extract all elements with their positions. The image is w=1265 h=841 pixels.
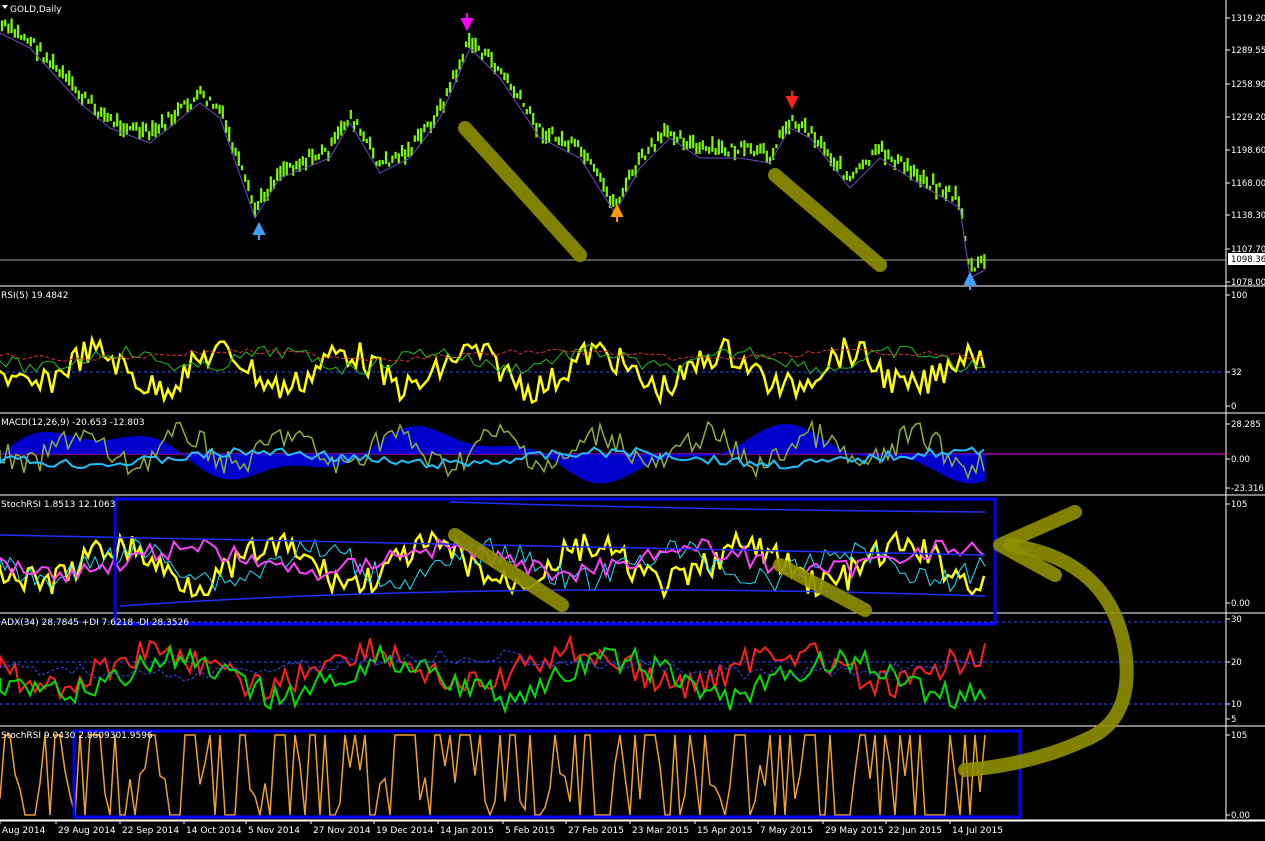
time-axis-label: Aug 2014 bbox=[2, 826, 46, 836]
axis-tick-label-price: 1138.30 bbox=[1231, 211, 1265, 221]
pane-label-stochrsi1: StochRSI 1.8513 12.1063 bbox=[1, 500, 115, 510]
pane-label-stochrsi2: StochRSI 9.0430 2.8609301.9596 bbox=[1, 731, 153, 741]
orange-up-arrow bbox=[610, 203, 624, 222]
axis-tick-label-price: 1289.55 bbox=[1231, 46, 1265, 56]
adx-plus-di bbox=[0, 643, 986, 715]
axis-tick-label-price: 1168.00 bbox=[1231, 179, 1265, 189]
annotation-curve bbox=[958, 538, 1134, 777]
axis-tick-label-macd: 0.00 bbox=[1231, 455, 1250, 465]
chart-canvas[interactable]: GOLD,Daily RSI(5) 19.4842 MACD(12,26,9) -2… bbox=[0, 0, 1265, 837]
time-axis-label: 14 Jan 2015 bbox=[440, 826, 494, 836]
chart-menu-icon[interactable] bbox=[2, 5, 8, 9]
axis-tick-label-rsi: 0 bbox=[1231, 402, 1236, 412]
blue-up-arrow-left bbox=[252, 221, 266, 240]
time-axis-label: 7 May 2015 bbox=[760, 826, 813, 836]
axis-tick-label-stochrsi1: 105 bbox=[1231, 500, 1247, 510]
axis-tick-label-price: 1258.90 bbox=[1231, 80, 1265, 90]
time-axis-label: 23 Mar 2015 bbox=[632, 826, 689, 836]
axis-tick-label-adx: 5 bbox=[1231, 715, 1236, 725]
axis-tick-label-macd: -23.316 bbox=[1231, 484, 1264, 494]
time-axis-label: 15 Apr 2015 bbox=[697, 826, 753, 836]
red-down-arrow bbox=[785, 91, 799, 110]
stochrsi2-line bbox=[0, 734, 986, 818]
axis-tick-label-price: 1198.60 bbox=[1231, 146, 1265, 156]
current-price-label: 1098.36 bbox=[1231, 255, 1265, 265]
pane-label-macd: MACD(12,26,9) -20.653 -12.803 bbox=[1, 418, 145, 428]
axis-tick-label-adx: 30 bbox=[1231, 615, 1242, 625]
axis-tick-label-adx: 20 bbox=[1231, 658, 1242, 668]
time-axis-label: 22 Jun 2015 bbox=[888, 826, 942, 836]
time-axis-label: 5 Feb 2015 bbox=[505, 826, 555, 836]
axis-tick-label-macd: 28.285 bbox=[1231, 420, 1261, 430]
time-axis-label: 19 Dec 2014 bbox=[376, 826, 434, 836]
time-axis-label: 29 Aug 2014 bbox=[58, 826, 116, 836]
axis-tick-label-price: 1229.20 bbox=[1231, 113, 1265, 123]
time-axis-label: 27 Feb 2015 bbox=[568, 826, 624, 836]
rsi-line bbox=[0, 334, 986, 406]
axis-tick-label-rsi: 32 bbox=[1231, 368, 1242, 378]
stochrsi-upper-band bbox=[449, 501, 986, 513]
annotation-stroke-4 bbox=[773, 558, 872, 617]
pane-label-adx: ADX(34) 28.7845 +DI 7.6218 -DI 28.3526 bbox=[1, 618, 189, 628]
axis-tick-label-rsi: 100 bbox=[1231, 291, 1247, 301]
time-axis-label: 14 Jul 2015 bbox=[952, 826, 1003, 836]
pane-label-rsi: RSI(5) 19.4842 bbox=[1, 291, 68, 301]
magenta-down-arrow bbox=[460, 13, 474, 32]
annotation-stroke-2 bbox=[768, 168, 887, 272]
time-axis-label: 5 Nov 2014 bbox=[248, 826, 300, 836]
axis-tick-label-stochrsi2: 0.00 bbox=[1231, 811, 1250, 821]
axis-tick-label-stochrsi1: 0.00 bbox=[1231, 599, 1250, 609]
time-axis-label: 22 Sep 2014 bbox=[122, 826, 179, 836]
chart-window[interactable]: GOLD,Daily RSI(5) 19.4842 MACD(12,26,9) -2… bbox=[0, 0, 1265, 837]
axis-tick-label-price: 1078.00 bbox=[1231, 278, 1265, 288]
axis-tick-label-price: 1319.20 bbox=[1231, 14, 1265, 24]
pane-label-price: GOLD,Daily bbox=[10, 5, 62, 15]
axis-tick-label-adx: 10 bbox=[1231, 700, 1242, 710]
axis-tick-label-stochrsi2: 105 bbox=[1231, 731, 1247, 741]
time-axis-label: 14 Oct 2014 bbox=[186, 826, 242, 836]
time-axis-label: 27 Nov 2014 bbox=[313, 826, 371, 836]
adx-line bbox=[0, 648, 985, 682]
time-axis-label: 29 May 2015 bbox=[825, 826, 884, 836]
annotation-stroke-1 bbox=[458, 121, 587, 262]
